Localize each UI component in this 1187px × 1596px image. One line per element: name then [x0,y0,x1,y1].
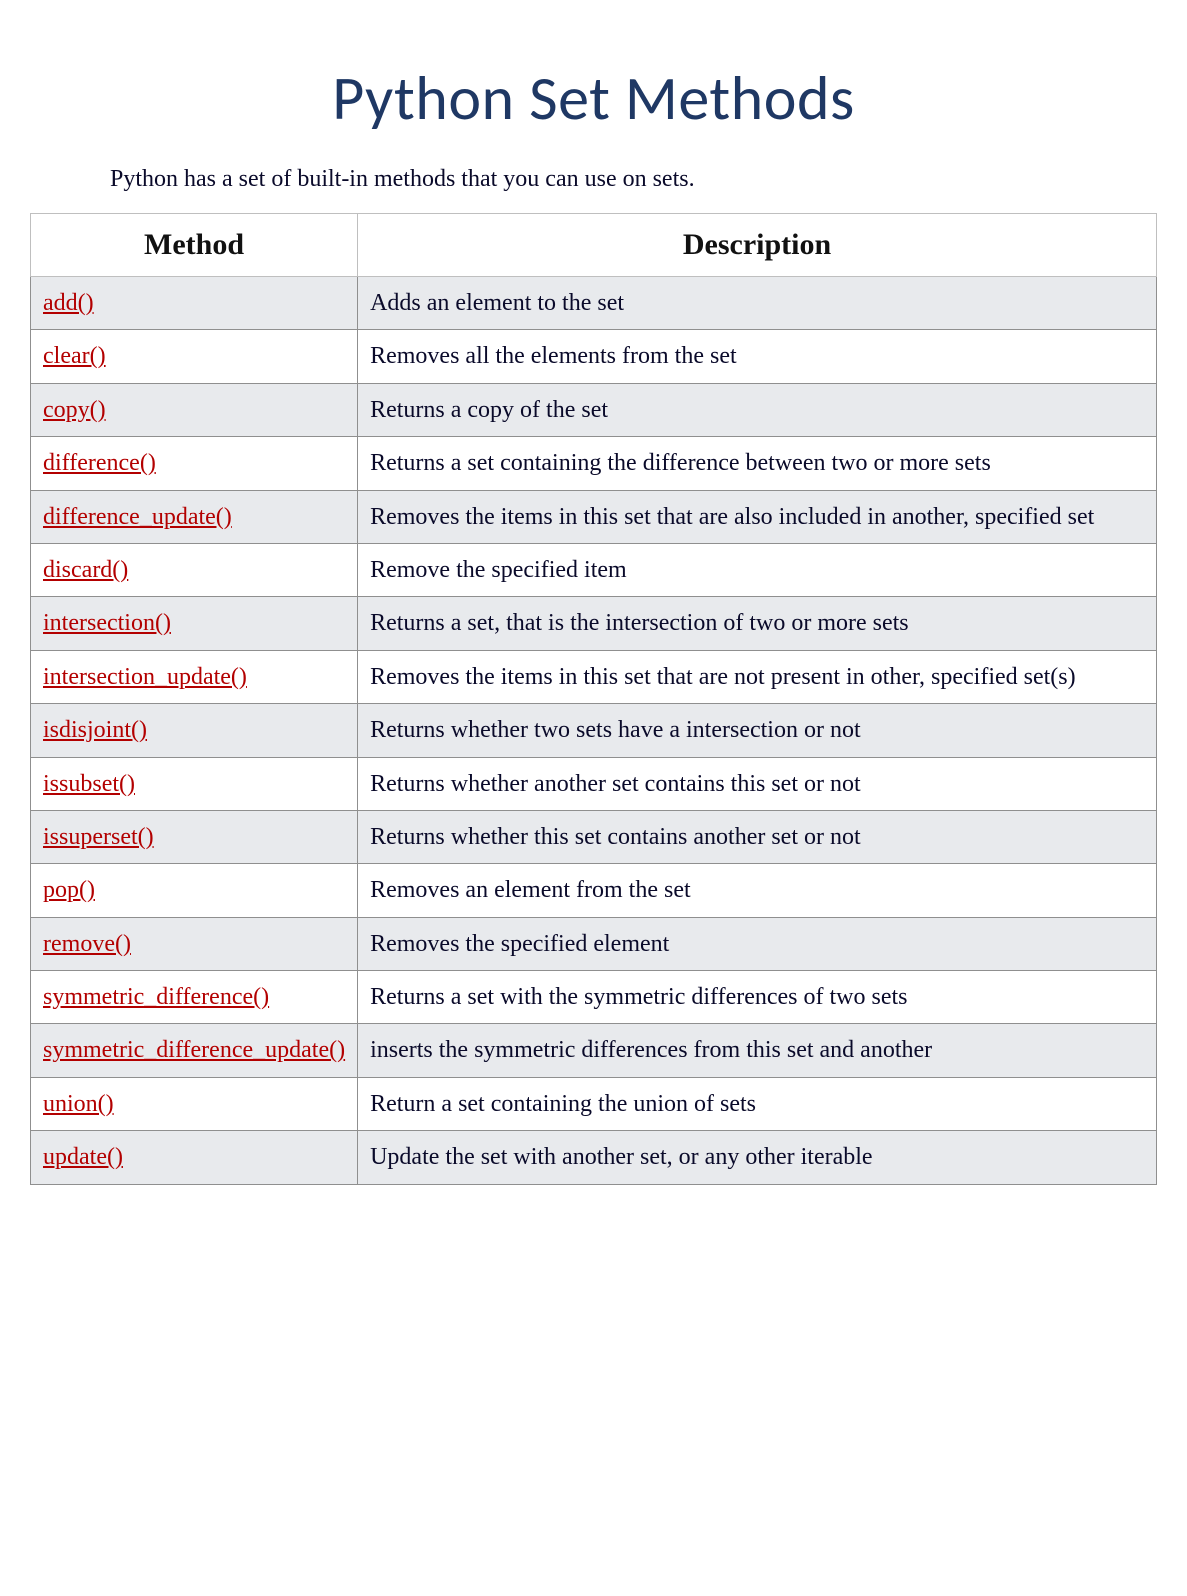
table-row: remove() Removes the specified element [31,917,1157,970]
method-cell: update() [31,1131,358,1184]
method-link[interactable]: issubset() [43,771,135,797]
table-row: add() Adds an element to the set [31,277,1157,330]
table-row: symmetric_difference_update() inserts the… [31,1024,1157,1077]
method-cell: remove() [31,917,358,970]
method-link[interactable]: clear() [43,343,106,369]
description-cell: Returns a set, that is the intersection … [358,597,1157,650]
table-row: union() Return a set containing the union… [31,1077,1157,1130]
method-cell: intersection_update() [31,650,358,703]
table-header-row: Method Description [31,214,1157,277]
method-link[interactable]: issuperset() [43,824,154,850]
method-link[interactable]: add() [43,290,94,316]
description-cell: Removes the items in this set that are a… [358,490,1157,543]
description-cell: Returns a copy of the set [358,383,1157,436]
method-link[interactable]: intersection() [43,610,171,636]
method-cell: copy() [31,383,358,436]
description-cell: Returns whether another set contains thi… [358,757,1157,810]
description-cell: inserts the symmetric differences from t… [358,1024,1157,1077]
method-cell: intersection() [31,597,358,650]
method-cell: isdisjoint() [31,704,358,757]
method-link[interactable]: symmetric_difference() [43,984,269,1010]
method-link[interactable]: remove() [43,931,131,957]
table-row: difference() Returns a set containing the… [31,437,1157,490]
method-cell: difference() [31,437,358,490]
method-link[interactable]: intersection_update() [43,664,247,690]
method-cell: symmetric_difference() [31,971,358,1024]
method-cell: issubset() [31,757,358,810]
method-cell: add() [31,277,358,330]
table-row: intersection() Returns a set, that is the… [31,597,1157,650]
method-link[interactable]: difference_update() [43,504,232,530]
method-cell: union() [31,1077,358,1130]
header-method: Method [31,214,358,277]
method-cell: clear() [31,330,358,383]
header-description: Description [358,214,1157,277]
method-cell: issuperset() [31,810,358,863]
table-row: update() Update the set with another set,… [31,1131,1157,1184]
method-link[interactable]: union() [43,1091,114,1117]
method-link[interactable]: update() [43,1144,123,1170]
method-link[interactable]: discard() [43,557,128,583]
method-cell: symmetric_difference_update() [31,1024,358,1077]
intro-text: Python has a set of built-in methods tha… [110,166,1157,193]
description-cell: Return a set containing the union of set… [358,1077,1157,1130]
table-row: discard() Remove the specified item [31,543,1157,596]
table-row: difference_update() Removes the items in … [31,490,1157,543]
table-row: clear() Removes all the elements from the… [31,330,1157,383]
description-cell: Removes all the elements from the set [358,330,1157,383]
description-cell: Removes an element from the set [358,864,1157,917]
method-link[interactable]: symmetric_difference_update() [43,1037,345,1063]
method-cell: pop() [31,864,358,917]
description-cell: Returns a set containing the difference … [358,437,1157,490]
table-row: issuperset() Returns whether this set con… [31,810,1157,863]
method-link[interactable]: copy() [43,397,106,423]
method-link[interactable]: isdisjoint() [43,717,147,743]
table-row: isdisjoint() Returns whether two sets hav… [31,704,1157,757]
method-cell: discard() [31,543,358,596]
description-cell: Returns whether this set contains anothe… [358,810,1157,863]
methods-table: Method Description add() Adds an element … [30,213,1157,1185]
description-cell: Returns whether two sets have a intersec… [358,704,1157,757]
method-link[interactable]: pop() [43,877,95,903]
table-row: symmetric_difference() Returns a set with… [31,971,1157,1024]
description-cell: Adds an element to the set [358,277,1157,330]
description-cell: Returns a set with the symmetric differe… [358,971,1157,1024]
method-cell: difference_update() [31,490,358,543]
table-row: copy() Returns a copy of the set [31,383,1157,436]
description-cell: Removes the items in this set that are n… [358,650,1157,703]
method-link[interactable]: difference() [43,450,156,476]
description-cell: Removes the specified element [358,917,1157,970]
page-title: Python Set Methods [30,60,1157,136]
description-cell: Update the set with another set, or any … [358,1131,1157,1184]
table-row: intersection_update() Removes the items i… [31,650,1157,703]
table-row: pop() Removes an element from the set [31,864,1157,917]
description-cell: Remove the specified item [358,543,1157,596]
table-row: issubset() Returns whether another set co… [31,757,1157,810]
